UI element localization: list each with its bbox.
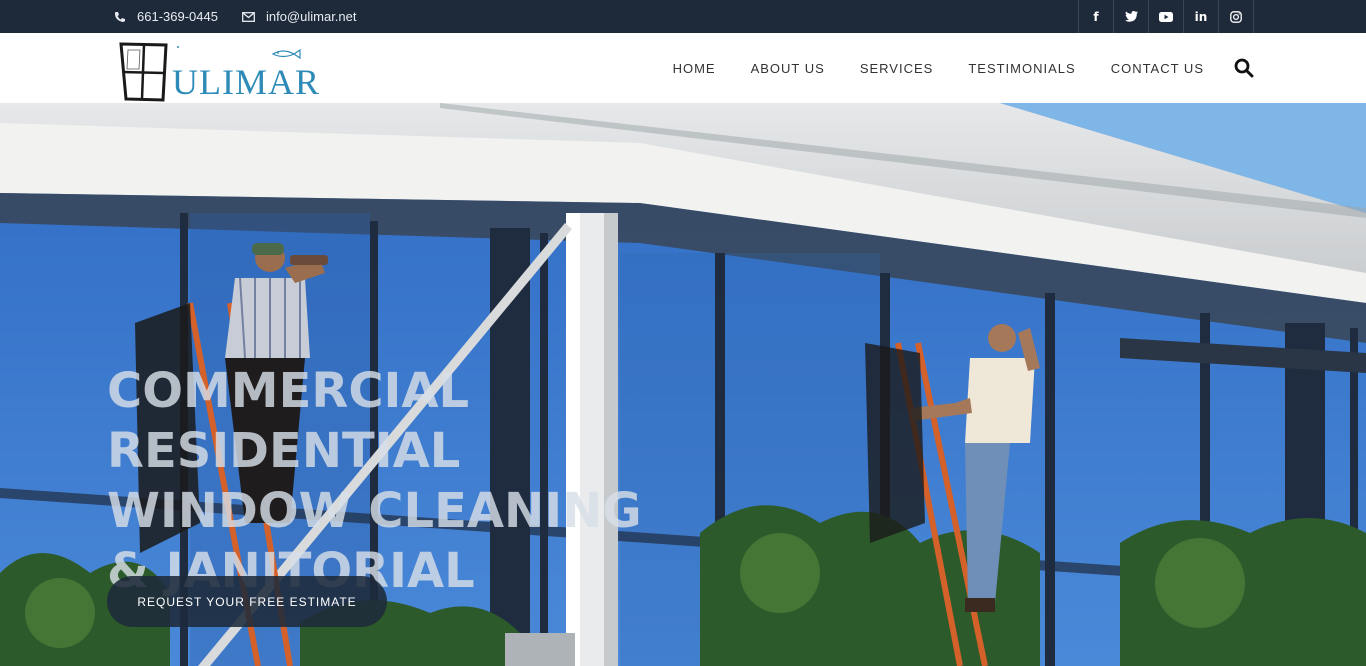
social-links: f in: [1078, 0, 1254, 33]
email-link[interactable]: info@ulimar.net: [242, 9, 357, 24]
envelope-icon: [242, 10, 256, 24]
hero-headline: COMMERCIAL RESIDENTIAL WINDOW CLEANING &…: [107, 361, 642, 601]
phone-number: 661-369-0445: [137, 9, 218, 24]
headline-line-1: COMMERCIAL: [107, 363, 470, 419]
twitter-icon[interactable]: [1114, 0, 1149, 33]
nav-about-us[interactable]: ABOUT US: [751, 61, 825, 76]
email-address: info@ulimar.net: [265, 9, 357, 24]
request-estimate-button[interactable]: REQUEST YOUR FREE ESTIMATE: [107, 576, 387, 627]
nav-home[interactable]: HOME: [673, 61, 716, 76]
contact-info: 661-369-0445 info@ulimar.net: [113, 0, 381, 33]
search-icon[interactable]: [1234, 58, 1254, 78]
nav-testimonials[interactable]: TESTIMONIALS: [968, 61, 1075, 76]
site-header: ULIMAR HOME ABOUT US SERVICES TESTIMONIA…: [0, 33, 1366, 103]
youtube-icon[interactable]: [1149, 0, 1184, 33]
hero-banner: COMMERCIAL RESIDENTIAL WINDOW CLEANING &…: [0, 103, 1366, 666]
facebook-icon[interactable]: f: [1079, 0, 1114, 33]
top-bar: 661-369-0445 info@ulimar.net f in: [0, 0, 1366, 33]
instagram-icon[interactable]: [1219, 0, 1254, 33]
headline-line-3: WINDOW CLEANING: [107, 483, 642, 539]
headline-line-2: RESIDENTIAL: [107, 423, 461, 479]
main-nav: HOME ABOUT US SERVICES TESTIMONIALS CONT…: [638, 33, 1204, 103]
nav-services[interactable]: SERVICES: [860, 61, 934, 76]
nav-contact-us[interactable]: CONTACT US: [1111, 61, 1204, 76]
logo-text: ULIMAR: [172, 62, 320, 102]
linkedin-icon[interactable]: in: [1184, 0, 1219, 33]
phone-link[interactable]: 661-369-0445: [113, 9, 218, 24]
ulimar-logo[interactable]: ULIMAR: [118, 42, 323, 102]
phone-icon: [113, 10, 127, 24]
